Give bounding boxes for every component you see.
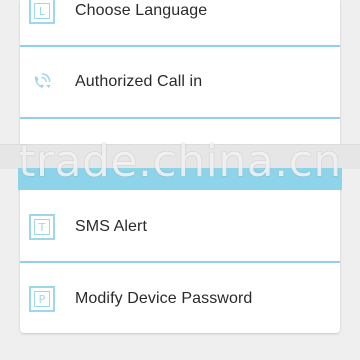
sms-alert-item[interactable]: T SMS Alert [20, 192, 340, 262]
sms-icon: T [29, 214, 55, 240]
divider [20, 117, 340, 119]
settings-screen: L Choose Language Authorized Call in T S… [0, 0, 360, 360]
choose-language-label: Choose Language [75, 2, 208, 19]
divider [20, 261, 340, 263]
watermark-accent-band [18, 168, 342, 190]
language-glyph: L [34, 3, 50, 19]
authorized-call-in-label: Authorized Call in [75, 73, 203, 90]
password-glyph: P [34, 291, 50, 307]
password-icon: P [29, 286, 55, 312]
sms-alert-label: SMS Alert [75, 218, 148, 235]
language-icon: L [29, 0, 55, 24]
authorized-call-in-item[interactable]: Authorized Call in [20, 47, 340, 117]
sms-glyph: T [34, 219, 50, 235]
watermark-band [0, 144, 360, 169]
modify-device-password-item[interactable]: P Modify Device Password [20, 264, 340, 333]
phone-icon [34, 73, 51, 88]
choose-language-item[interactable]: L Choose Language [20, 0, 340, 46]
modify-device-password-label: Modify Device Password [75, 290, 253, 307]
